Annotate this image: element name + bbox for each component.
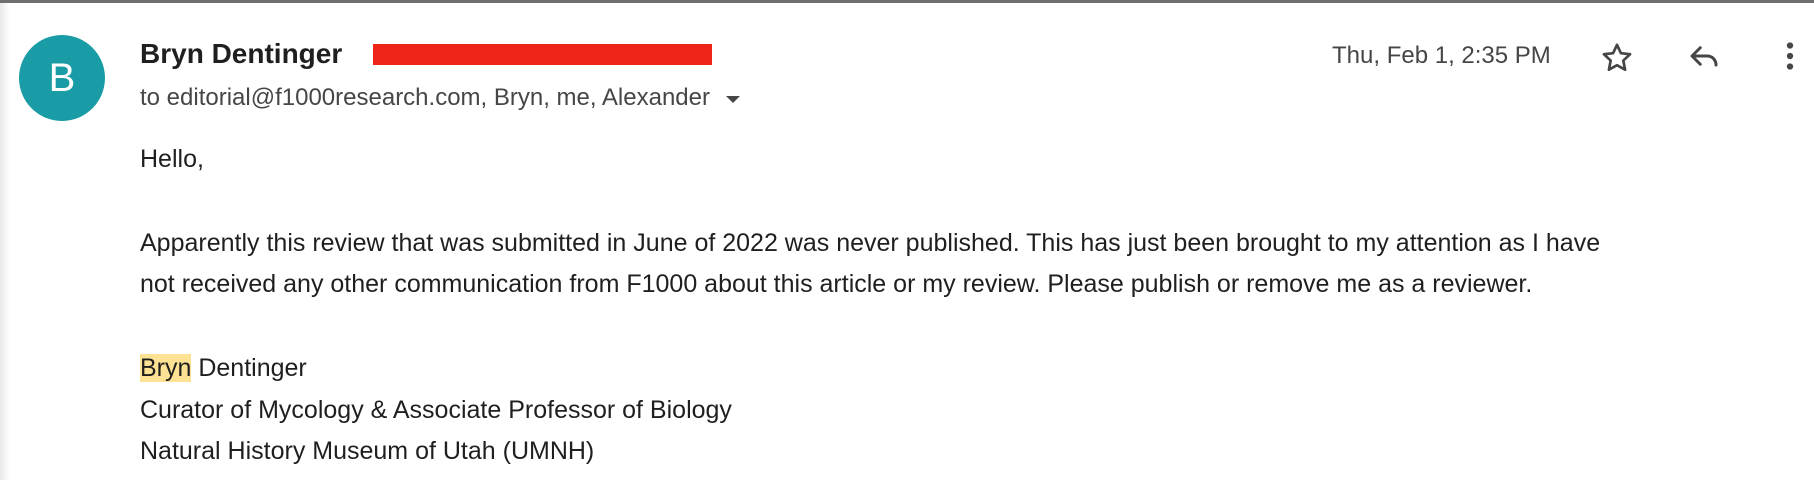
email-paragraph-line-2: not received any other communication fro… bbox=[140, 270, 1533, 298]
recipients-line[interactable]: to editorial@f1000research.com, Bryn, me… bbox=[140, 84, 740, 112]
sender-name[interactable]: Bryn Dentinger bbox=[140, 38, 342, 70]
window-top-border bbox=[0, 0, 1814, 3]
email-paragraph-line-1: Apparently this review that was submitte… bbox=[140, 229, 1601, 257]
highlighted-search-match: Bryn bbox=[140, 354, 192, 382]
star-button[interactable] bbox=[1595, 36, 1639, 80]
reply-button[interactable] bbox=[1682, 34, 1726, 78]
redacted-sender-email bbox=[373, 44, 712, 65]
signature-last-name: Dentinger bbox=[191, 354, 307, 382]
email-greeting: Hello, bbox=[140, 145, 204, 173]
email-timestamp: Thu, Feb 1, 2:35 PM bbox=[1332, 42, 1551, 69]
signature-name: Bryn Dentinger bbox=[140, 353, 307, 383]
avatar-letter: B bbox=[48, 56, 76, 100]
recipients-text: to editorial@f1000research.com, Bryn, me… bbox=[140, 84, 710, 111]
more-options-button[interactable] bbox=[1768, 34, 1812, 78]
more-vert-icon bbox=[1786, 42, 1794, 70]
star-icon bbox=[1602, 43, 1632, 72]
signature-organization: Natural History Museum of Utah (UMNH) bbox=[140, 437, 595, 465]
sender-avatar[interactable]: B bbox=[19, 35, 105, 121]
left-edge-shadow bbox=[0, 3, 10, 480]
signature-title: Curator of Mycology & Associate Professo… bbox=[140, 396, 732, 424]
chevron-down-icon[interactable] bbox=[725, 95, 740, 103]
reply-icon bbox=[1690, 46, 1718, 67]
